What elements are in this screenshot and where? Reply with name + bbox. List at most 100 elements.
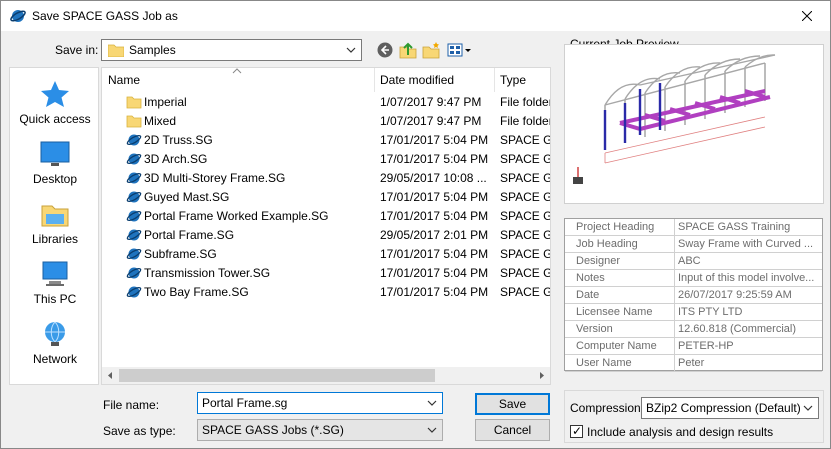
file-date-cell: 17/01/2017 5:04 PM [380, 266, 489, 280]
file-row[interactable]: Guyed Mast.SG 17/01/2017 5:04 PM SPACE GAS [102, 188, 550, 207]
file-date-cell: 17/01/2017 5:04 PM [380, 285, 489, 299]
file-name-cell: Guyed Mast.SG [144, 190, 230, 204]
scroll-right-icon[interactable] [538, 371, 546, 380]
place-label: Quick access [19, 112, 91, 126]
save-as-type-label: Save as type: [103, 424, 176, 438]
file-name-cell: Transmission Tower.SG [144, 266, 271, 280]
scroll-left-icon[interactable] [106, 371, 114, 380]
chevron-down-icon [346, 47, 356, 53]
place-libraries[interactable]: Libraries [10, 200, 100, 246]
place-quick-access[interactable]: Quick access [10, 80, 100, 126]
new-folder-icon[interactable] [422, 41, 440, 59]
property-key: Job Heading [565, 236, 675, 252]
places-bar: Quick access Desktop Libraries This PC N… [9, 67, 99, 385]
file-type-cell: SPACE GAS [500, 209, 550, 223]
structure-3d-model-icon [573, 54, 776, 184]
property-key: Project Heading [565, 219, 675, 235]
close-button[interactable] [784, 1, 830, 31]
property-key: Version [565, 321, 675, 337]
file-row[interactable]: 2D Truss.SG 17/01/2017 5:04 PM SPACE GAS [102, 131, 550, 150]
file-row[interactable]: Two Bay Frame.SG 17/01/2017 5:04 PM SPACE … [102, 283, 550, 302]
job-preview-image [564, 44, 824, 204]
property-key: Date [565, 287, 675, 303]
save-button[interactable]: Save [475, 393, 550, 415]
property-row: Designer ABC [565, 253, 822, 270]
file-name-cell: 2D Truss.SG [144, 133, 213, 147]
file-row[interactable]: Transmission Tower.SG 17/01/2017 5:04 PM S… [102, 264, 550, 283]
place-label: This PC [33, 292, 77, 306]
save-dialog: Save SPACE GASS Job as Save in: Samples … [0, 0, 831, 449]
space-gass-file-icon [126, 248, 142, 260]
property-row: Job Heading Sway Frame with Curved ... [565, 236, 822, 253]
column-header-date[interactable]: Date modified [380, 73, 454, 87]
file-date-cell: 17/01/2017 5:04 PM [380, 133, 489, 147]
this-pc-icon [42, 261, 68, 286]
space-gass-file-icon [126, 153, 142, 165]
file-row[interactable]: Imperial 1/07/2017 9:47 PM File folder [102, 93, 550, 112]
property-key: User Name [565, 355, 675, 371]
property-value: Peter [678, 357, 705, 369]
column-header-type[interactable]: Type [500, 73, 526, 87]
place-label: Network [32, 352, 77, 366]
column-header-name[interactable]: Name [108, 73, 140, 87]
property-row: Computer Name PETER-HP [565, 338, 822, 355]
chevron-down-icon[interactable] [426, 396, 438, 410]
desktop-icon [40, 141, 70, 166]
file-list[interactable]: Name Date modified Type Imperial 1/07/201… [101, 67, 551, 385]
file-name-cell: 3D Arch.SG [144, 152, 208, 166]
save-in-value: Samples [129, 43, 176, 57]
property-value: Sway Frame with Curved ... [678, 238, 814, 250]
place-network[interactable]: Network [10, 320, 100, 366]
file-name-input[interactable]: Portal Frame.sg [197, 392, 443, 414]
space-gass-file-icon [126, 286, 142, 298]
property-row: Licensee Name ITS PTY LTD [565, 304, 822, 321]
title-bar: Save SPACE GASS Job as [1, 1, 830, 31]
chevron-down-icon [427, 427, 437, 433]
file-date-cell: 29/05/2017 2:01 PM [380, 228, 489, 242]
sort-ascending-icon [232, 68, 242, 74]
save-as-type-value: SPACE GASS Jobs (*.SG) [202, 423, 344, 437]
compression-select[interactable]: BZip2 Compression (Default) [641, 397, 819, 419]
space-gass-file-icon [126, 172, 142, 184]
file-name-value: Portal Frame.sg [202, 396, 288, 410]
file-row[interactable]: 3D Arch.SG 17/01/2017 5:04 PM SPACE GAS [102, 150, 550, 169]
place-this-pc[interactable]: This PC [10, 260, 100, 306]
libraries-icon [41, 205, 69, 227]
save-as-type-select[interactable]: SPACE GASS Jobs (*.SG) [197, 419, 443, 441]
save-in-label: Save in: [55, 43, 99, 57]
place-label: Libraries [31, 232, 79, 246]
folder-icon [126, 96, 142, 109]
dialog-title: Save SPACE GASS Job as [32, 9, 178, 23]
file-row[interactable]: Mixed 1/07/2017 9:47 PM File folder [102, 112, 550, 131]
place-desktop[interactable]: Desktop [10, 140, 100, 186]
file-row[interactable]: Portal Frame.SG 29/05/2017 2:01 PM SPACE G… [102, 226, 550, 245]
compression-group: Compression: BZip2 Compression (Default)… [564, 390, 824, 443]
file-type-cell: File folder [500, 95, 551, 109]
property-key: Computer Name [565, 338, 675, 354]
file-type-cell: File folder [500, 114, 551, 128]
include-results-label[interactable]: Include analysis and design results [587, 425, 773, 439]
up-folder-icon[interactable] [399, 41, 417, 59]
space-gass-file-icon [126, 134, 142, 146]
cancel-button[interactable]: Cancel [475, 419, 550, 441]
file-name-cell: Two Bay Frame.SG [144, 285, 249, 299]
compression-label: Compression: [570, 401, 645, 415]
file-date-cell: 17/01/2017 5:04 PM [380, 247, 489, 261]
save-in-combo[interactable]: Samples [101, 39, 362, 61]
include-results-checkbox[interactable]: ✓ [570, 424, 583, 438]
property-key: Designer [565, 253, 675, 269]
file-row[interactable]: Subframe.SG 17/01/2017 5:04 PM SPACE GAS [102, 245, 550, 264]
file-type-cell: SPACE GAS [500, 285, 550, 299]
back-icon[interactable] [376, 41, 394, 59]
scrollbar-thumb[interactable] [119, 369, 435, 382]
property-key: Licensee Name [565, 304, 675, 320]
file-date-cell: 1/07/2017 9:47 PM [380, 114, 482, 128]
space-gass-app-icon [10, 10, 26, 22]
view-menu-icon[interactable] [447, 41, 473, 59]
file-type-cell: SPACE GAS [500, 228, 550, 242]
horizontal-scrollbar[interactable] [102, 367, 550, 384]
property-row: Date 26/07/2017 9:25:59 AM [565, 287, 822, 304]
file-row[interactable]: Portal Frame Worked Example.SG 17/01/2017… [102, 207, 550, 226]
file-row[interactable]: 3D Multi-Storey Frame.SG 29/05/2017 10:08… [102, 169, 550, 188]
quick-access-star-icon [41, 81, 69, 107]
